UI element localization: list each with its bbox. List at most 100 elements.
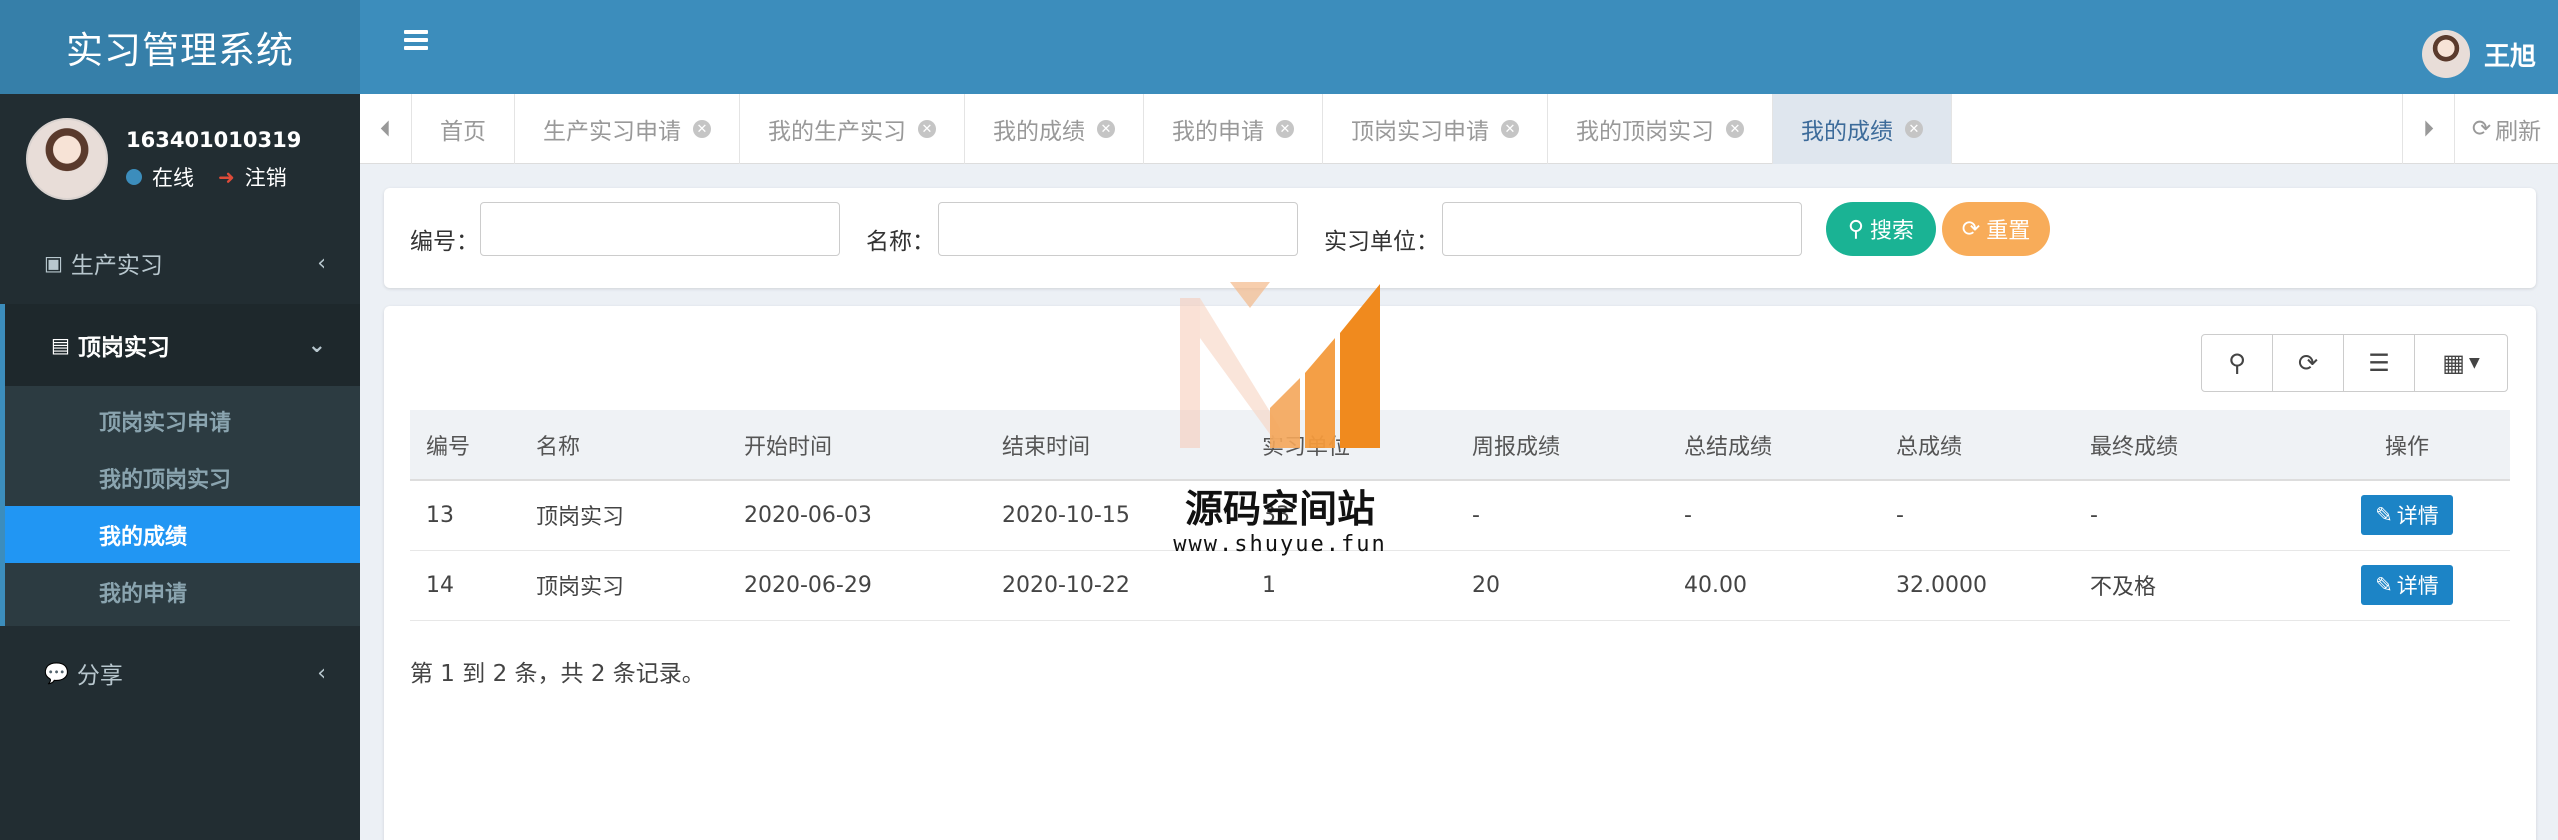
close-icon[interactable]: ✕: [1726, 120, 1744, 138]
sidebar-subitem-my-grades[interactable]: 我的成绩: [5, 506, 360, 563]
online-label: 在线: [152, 166, 194, 190]
grades-table: 编号 名称 开始时间 结束时间 实习单位 周报成绩 总结成绩 总成绩 最终成绩 …: [410, 410, 2510, 621]
header-avatar: [2421, 30, 2470, 78]
id-badge-icon: ▣: [44, 251, 63, 275]
comment-icon: 💬: [44, 661, 69, 685]
chevron-left-icon: ‹: [317, 660, 326, 686]
tab-label: 我的成绩: [993, 119, 1085, 145]
app-logo[interactable]: 实习管理系统: [0, 0, 360, 94]
detail-button-label: 详情: [2396, 504, 2439, 529]
reset-button[interactable]: ⟳ 重置: [1942, 202, 2050, 256]
tab-label: 我的申请: [1172, 119, 1264, 145]
table-cell: -: [2074, 480, 2304, 551]
tab-post-apply[interactable]: 顶岗实习申请 ✕: [1323, 94, 1548, 164]
sidebar-item-post-internship[interactable]: ▤ 顶岗实习 ⌄: [0, 304, 360, 386]
tab-my-applications[interactable]: 我的申请 ✕: [1144, 94, 1323, 164]
page-tabs: 首页 生产实习申请 ✕ 我的生产实习 ✕ 我的成绩 ✕ 我的申请 ✕ 顶岗实习申请 ✕ 我…: [412, 94, 1952, 164]
chevron-down-icon: ⌄: [307, 332, 326, 358]
table-cell: 33: [1246, 480, 1456, 551]
close-icon[interactable]: ✕: [693, 120, 711, 138]
column-header[interactable]: 周报成绩: [1456, 410, 1668, 481]
pagination-info: 第 1 到 2 条，共 2 条记录。: [410, 661, 705, 687]
table-cell: 14: [410, 550, 520, 621]
tabs-scroll-left-icon[interactable]: ⏴: [360, 94, 412, 164]
edit-icon: ✎: [2375, 503, 2393, 528]
table-cell: 2020-10-15: [986, 480, 1246, 551]
close-icon[interactable]: ✕: [918, 120, 936, 138]
search-panel: 编号： 名称： 实习单位： ⚲ 搜索 ⟳ 重置: [384, 188, 2536, 288]
sidebar-item-share[interactable]: 💬 分享 ‹: [0, 632, 360, 714]
list-icon: ☰: [2368, 349, 2390, 377]
top-header: 王旭: [360, 0, 2558, 94]
tab-production-apply[interactable]: 生产实习申请 ✕: [515, 94, 740, 164]
sidebar: 实习管理系统 163401010319 在线 ➜ 注销 ▣ 生产实习 ‹ ▤ 顶…: [0, 0, 360, 840]
tab-label: 我的生产实习: [768, 119, 906, 145]
tab-home[interactable]: 首页: [412, 94, 515, 164]
table-header-row: 编号 名称 开始时间 结束时间 实习单位 周报成绩 总结成绩 总成绩 最终成绩 …: [410, 410, 2510, 481]
refresh-button[interactable]: ⟳ 刷新: [2454, 94, 2558, 164]
id-card-icon: ▤: [51, 333, 70, 357]
table-cell: -: [1668, 480, 1880, 551]
reset-icon: ⟳: [1961, 216, 1981, 241]
column-header[interactable]: 开始时间: [728, 410, 986, 481]
table-cell: -: [1456, 480, 1668, 551]
menu-toggle-icon[interactable]: [404, 30, 428, 50]
table-cell: 13: [410, 480, 520, 551]
company-input[interactable]: [1442, 202, 1802, 256]
sidebar-item-label: 分享: [76, 663, 123, 689]
table-cell: 2020-10-22: [986, 550, 1246, 621]
columns-button[interactable]: ▦ ▼: [2414, 334, 2508, 392]
tab-label: 我的顶岗实习: [1576, 119, 1714, 145]
tab-my-grades-1[interactable]: 我的成绩 ✕: [965, 94, 1144, 164]
column-header[interactable]: 编号: [410, 410, 520, 481]
tab-label: 顶岗实习申请: [1351, 119, 1489, 145]
refresh-table-button[interactable]: ⟳: [2272, 334, 2344, 392]
table-cell: 40.00: [1668, 550, 1880, 621]
name-label: 名称：: [866, 229, 935, 255]
detail-button[interactable]: ✎ 详情: [2361, 565, 2453, 605]
tab-my-production[interactable]: 我的生产实习 ✕: [740, 94, 965, 164]
toggle-search-button[interactable]: ⚲: [2201, 334, 2273, 392]
sidebar-item-production-internship[interactable]: ▣ 生产实习 ‹: [0, 222, 360, 304]
header-user-menu[interactable]: 王旭: [2421, 30, 2536, 78]
sidebar-subitem-my-applications[interactable]: 我的申请: [5, 563, 360, 620]
column-header[interactable]: 实习单位: [1246, 410, 1456, 481]
table-cell: 2020-06-29: [728, 550, 986, 621]
tab-my-post-internship[interactable]: 我的顶岗实习 ✕: [1548, 94, 1773, 164]
close-icon[interactable]: ✕: [1097, 120, 1115, 138]
signout-link[interactable]: 注销: [245, 162, 287, 192]
column-header[interactable]: 最终成绩: [2074, 410, 2304, 481]
toggle-view-button[interactable]: ☰: [2343, 334, 2415, 392]
close-icon[interactable]: ✕: [1905, 120, 1923, 138]
user-id: 163401010319: [126, 128, 302, 152]
table-cell: 20: [1456, 550, 1668, 621]
tab-my-grades-2[interactable]: 我的成绩 ✕: [1773, 94, 1952, 164]
table-panel: ⚲ ⟳ ☰ ▦ ▼ 编号 名称 开始时间 结束时间 实习单位 周报成绩 总结成绩 …: [384, 306, 2536, 840]
table-cell: ✎ 详情: [2304, 480, 2510, 551]
name-input[interactable]: [938, 202, 1298, 256]
edit-icon: ✎: [2375, 573, 2393, 597]
tabs-scroll-right-icon[interactable]: ⏵: [2402, 94, 2454, 164]
signout-icon[interactable]: ➜: [218, 165, 235, 189]
sidebar-item-label: 生产实习: [70, 253, 163, 279]
sidebar-subitem-post-apply[interactable]: 顶岗实习申请: [5, 392, 360, 449]
detail-button[interactable]: ✎ 详情: [2361, 495, 2453, 536]
id-input[interactable]: [480, 202, 840, 256]
close-icon[interactable]: ✕: [1276, 120, 1294, 138]
column-header[interactable]: 总成绩: [1880, 410, 2074, 481]
column-header[interactable]: 名称: [520, 410, 728, 481]
table-cell: 1: [1246, 550, 1456, 621]
close-icon[interactable]: ✕: [1501, 120, 1519, 138]
tab-label: 首页: [440, 119, 486, 145]
online-dot-icon: [126, 169, 142, 185]
table-cell: 2020-06-03: [728, 480, 986, 551]
company-label: 实习单位：: [1324, 229, 1439, 255]
caret-down-icon: ▼: [2468, 355, 2480, 371]
tabs-bar: ⏴ 首页 生产实习申请 ✕ 我的生产实习 ✕ 我的成绩 ✕ 我的申请 ✕ 顶岗实习申请 ✕…: [360, 94, 2558, 164]
refresh-icon: ⟳: [2297, 349, 2319, 377]
sidebar-subitem-my-post-internship[interactable]: 我的顶岗实习: [5, 449, 360, 506]
refresh-label: 刷新: [2495, 119, 2542, 145]
column-header[interactable]: 总结成绩: [1668, 410, 1880, 481]
search-button[interactable]: ⚲ 搜索: [1826, 202, 1936, 256]
column-header[interactable]: 结束时间: [986, 410, 1246, 481]
